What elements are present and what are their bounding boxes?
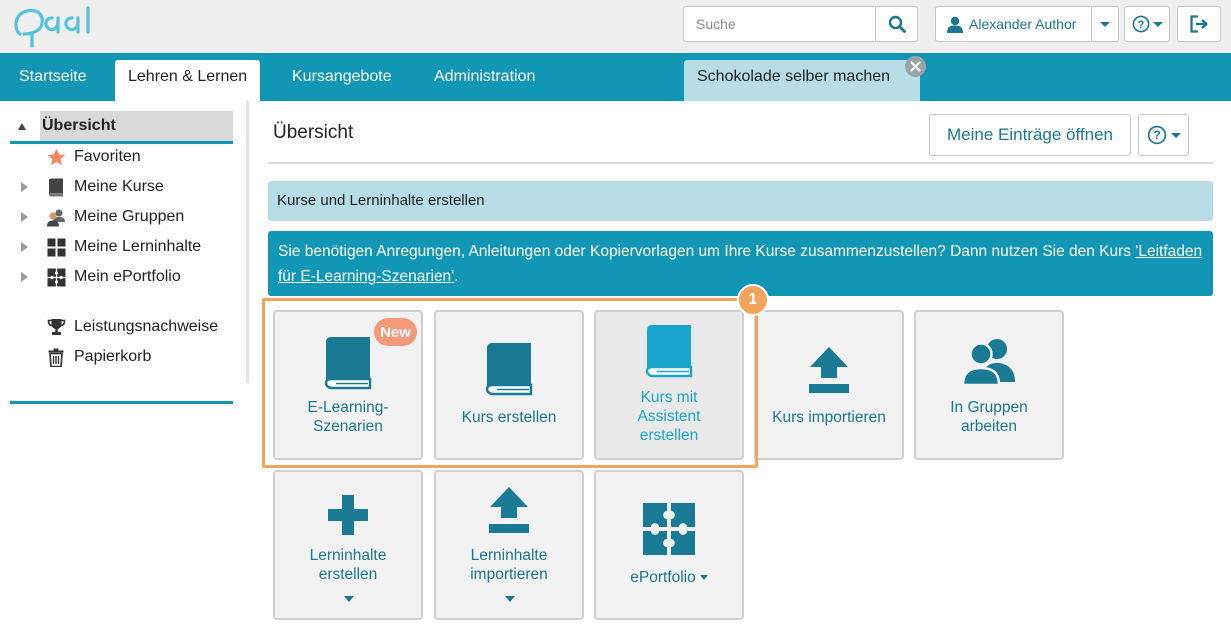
sidebar-item-label: Papierkorb — [74, 348, 152, 365]
tab-administration[interactable]: Administration — [434, 53, 535, 101]
close-icon — [910, 61, 921, 72]
tile-kurs-importieren[interactable]: Kurs importieren — [754, 310, 904, 460]
expand-icon[interactable] — [21, 242, 28, 252]
info-message: Sie benötigen Anregungen, Anleitungen od… — [268, 231, 1213, 296]
sidebar-item-papierkorb[interactable]: Papierkorb — [10, 342, 240, 372]
chevron-down-icon — [1100, 21, 1110, 27]
sidebar: Übersicht Favoriten Meine Kurse Meine Gr… — [0, 101, 250, 628]
page-help-button[interactable]: ? — [1138, 114, 1189, 156]
tile-lerninhalte-importieren[interactable]: Lerninhalte importieren — [434, 470, 584, 620]
grid-icon — [46, 237, 66, 257]
highlight-frame — [262, 298, 758, 468]
user-button[interactable]: Alexander Author — [935, 6, 1092, 42]
expand-icon[interactable] — [21, 272, 28, 282]
puzzle-icon — [596, 502, 742, 556]
trophy-icon — [46, 317, 66, 337]
tile-in-gruppen-arbeiten[interactable]: In Gruppen arbeiten — [914, 310, 1064, 460]
page-title: Übersicht — [273, 122, 354, 143]
trash-icon — [46, 347, 66, 367]
svg-text:?: ? — [1137, 19, 1144, 31]
tab-open-course[interactable]: Schokolade selber machen — [684, 60, 920, 101]
collapse-icon[interactable] — [18, 123, 26, 130]
step-number-badge: 1 — [737, 284, 769, 316]
tile-label: ePortfolio — [600, 568, 738, 587]
chevron-down-icon — [699, 575, 708, 581]
star-icon — [46, 147, 66, 167]
sidebar-item-label: Meine Lerninhalte — [74, 238, 202, 255]
info-text-end: . — [454, 268, 459, 285]
user-menu: Alexander Author — [935, 6, 1119, 42]
help-button[interactable]: ? — [1124, 6, 1170, 42]
sidebar-item-favoriten[interactable]: Favoriten — [10, 142, 240, 172]
sidebar-item-leistungsnachweise[interactable]: Leistungsnachweise — [10, 312, 240, 342]
tile-lerninhalte-erstellen[interactable]: Lerninhalte erstellen — [273, 470, 423, 620]
tile-label-line: arbeiten — [960, 418, 1017, 435]
tile-label: In Gruppen arbeiten — [920, 398, 1058, 436]
logout-button[interactable] — [1177, 6, 1221, 42]
tab-lehren-lernen[interactable]: Lehren & Lernen — [115, 60, 261, 101]
search-button[interactable] — [875, 6, 918, 42]
search-input[interactable] — [683, 6, 875, 42]
open-my-entries-button[interactable]: Meine Einträge öffnen — [929, 114, 1131, 156]
sidebar-item-label: Mein ePortfolio — [74, 268, 181, 285]
upload-icon — [756, 346, 902, 394]
users-icon — [916, 336, 1062, 386]
chevron-down-icon — [505, 596, 515, 602]
sidebar-item-label: Meine Gruppen — [74, 208, 185, 225]
sidebar-root-ubersicht[interactable]: Übersicht — [10, 111, 233, 144]
chevron-down-icon — [344, 596, 354, 602]
help-icon: ? — [1147, 125, 1166, 145]
title-divider — [268, 162, 1213, 164]
sidebar-root-label: Übersicht — [42, 117, 116, 134]
user-icon — [947, 16, 963, 33]
tile-label-line: In Gruppen — [950, 399, 1028, 416]
expand-icon[interactable] — [21, 182, 28, 192]
sidebar-item-meine-lerninhalte[interactable]: Meine Lerninhalte — [10, 232, 240, 262]
section-heading: Kurse und Lerninhalte erstellen — [268, 181, 1213, 221]
tile-label-line: Lerninhalte — [309, 547, 387, 564]
expand-icon[interactable] — [21, 212, 28, 222]
svg-text:?: ? — [1153, 128, 1160, 142]
sidebar-item-label: Meine Kurse — [74, 178, 164, 195]
opal-logo[interactable] — [12, 4, 102, 48]
help-icon: ? — [1132, 15, 1149, 33]
tile-label-line: erstellen — [318, 566, 378, 583]
puzzle-icon — [46, 267, 66, 287]
search-icon — [888, 15, 906, 33]
chevron-down-icon — [1152, 21, 1163, 27]
sidebar-item-meine-gruppen[interactable]: Meine Gruppen — [10, 202, 240, 232]
sidebar-item-label: Favoriten — [74, 148, 141, 165]
top-header: Alexander Author ? — [0, 0, 1231, 53]
search-group — [683, 6, 918, 42]
logout-icon — [1190, 15, 1208, 33]
plus-icon — [275, 494, 421, 536]
tile-label: Lerninhalte erstellen — [279, 546, 417, 584]
tile-label-line: ePortfolio — [630, 569, 696, 586]
sidebar-item-mein-eportfolio[interactable]: Mein ePortfolio — [10, 262, 240, 292]
user-menu-toggle[interactable] — [1092, 6, 1119, 42]
close-course-tab-button[interactable] — [905, 56, 926, 77]
sidebar-item-meine-kurse[interactable]: Meine Kurse — [10, 172, 240, 202]
sidebar-resize-handle[interactable] — [246, 101, 249, 383]
info-text: Sie benötigen Anregungen, Anleitungen od… — [278, 243, 1136, 260]
tile-label: Kurs importieren — [772, 409, 886, 426]
sidebar-divider — [10, 401, 233, 404]
user-name: Alexander Author — [969, 16, 1077, 32]
tile-label-line: Lerninhalte — [470, 547, 548, 564]
tile-eportfolio[interactable]: ePortfolio — [594, 470, 744, 620]
group-icon — [46, 207, 66, 227]
chevron-down-icon — [1170, 132, 1181, 138]
sidebar-item-label: Leistungsnachweise — [74, 318, 219, 335]
tab-kursangebote[interactable]: Kursangebote — [292, 53, 392, 101]
upload-icon — [436, 486, 582, 534]
tab-startseite[interactable]: Startseite — [19, 53, 87, 101]
main-navigation: Startseite Lehren & Lernen Kursangebote … — [0, 53, 1231, 101]
tile-label: Lerninhalte importieren — [440, 546, 578, 584]
book-icon — [46, 177, 66, 197]
tile-label-line: importieren — [470, 566, 548, 583]
